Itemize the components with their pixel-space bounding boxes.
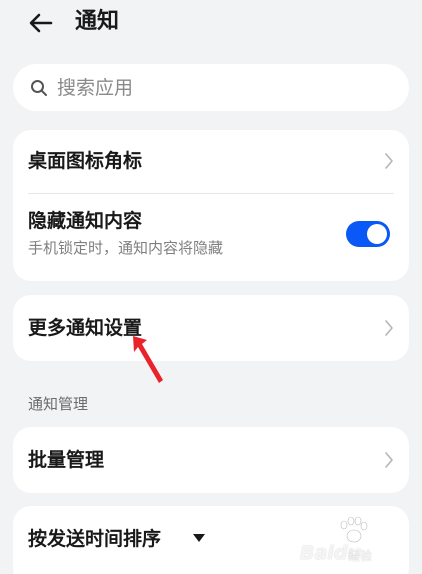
- hide-content-sublabel: 手机锁定时，通知内容将隐藏: [28, 239, 224, 257]
- sort-card: 按发送时间排序: [13, 506, 409, 574]
- back-button[interactable]: [26, 8, 56, 38]
- badge-row-label: 桌面图标角标: [28, 150, 143, 172]
- more-settings-label: 更多通知设置: [28, 317, 143, 339]
- caret-down-icon: [193, 534, 205, 542]
- sort-label: 按发送时间排序: [28, 528, 162, 550]
- sort-row[interactable]: 按发送时间排序: [13, 506, 409, 572]
- chevron-right-icon: [385, 153, 393, 169]
- hide-content-toggle[interactable]: [346, 221, 390, 247]
- search-input[interactable]: [57, 72, 387, 103]
- batch-card: 批量管理: [13, 427, 409, 493]
- more-settings-row[interactable]: 更多通知设置: [13, 295, 409, 361]
- batch-row[interactable]: 批量管理: [13, 427, 409, 493]
- arrow-left-icon: [29, 13, 53, 33]
- chevron-right-icon: [385, 452, 393, 468]
- search-icon: [31, 80, 47, 96]
- search-bar[interactable]: [13, 64, 409, 111]
- chevron-right-icon: [385, 320, 393, 336]
- settings-card: 桌面图标角标 隐藏通知内容 手机锁定时，通知内容将隐藏: [13, 130, 409, 281]
- section-label: 通知管理: [28, 395, 89, 413]
- hide-content-label: 隐藏通知内容: [28, 210, 143, 232]
- batch-label: 批量管理: [28, 449, 105, 471]
- more-settings-card: 更多通知设置: [13, 295, 409, 361]
- page-title: 通知: [75, 9, 120, 34]
- badge-row[interactable]: 桌面图标角标: [13, 130, 409, 193]
- toggle-knob: [367, 224, 387, 244]
- header: 通知: [0, 0, 422, 46]
